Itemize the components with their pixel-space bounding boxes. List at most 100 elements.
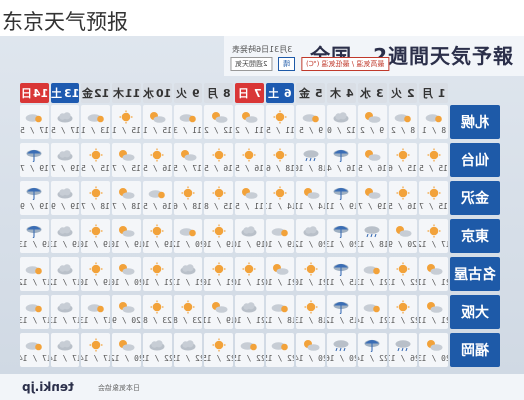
- forecast-cell: 9 / 5: [296, 105, 326, 139]
- sun-cloud-icon: [180, 149, 197, 161]
- forecast-cell: 20 / 10: [112, 257, 141, 291]
- temperature-range: 22 / 15: [235, 353, 264, 363]
- legend-bar: 2週間天気 晴 最高気温 / 最低気温 (℃): [224, 56, 524, 72]
- temperature-range: 23 / 8: [173, 315, 203, 325]
- cloud-icon: [180, 339, 196, 350]
- day-header-13: 土 13: [50, 83, 80, 103]
- forecast-cell: 21 / 10: [234, 257, 264, 291]
- temperature-range: 17 / 13: [51, 315, 80, 325]
- forecast-cell: 17 / 13: [81, 295, 111, 329]
- cloud-icon: [149, 339, 165, 350]
- forecast-cell: 17 / 14: [50, 333, 80, 367]
- temperature-range: 17 / 14: [20, 353, 49, 363]
- temperature-range: 21 / 10: [266, 277, 295, 287]
- sun-cloud-icon: [119, 149, 135, 161]
- temperature-range: 26 / 11: [389, 353, 418, 363]
- day-header-11: 木 11: [112, 83, 141, 103]
- sun-icon: [273, 186, 287, 199]
- cloud-sun-icon: [363, 303, 381, 312]
- sun-icon: [150, 300, 164, 313]
- day-name: 木: [112, 87, 124, 100]
- cloud-sun-icon: [179, 227, 196, 236]
- forecast-cell: 22 / 14: [357, 333, 387, 367]
- temperature-range: 11 / 5: [265, 125, 295, 135]
- temperature-range: 19 / 7: [50, 163, 80, 173]
- temperature-range: 19 / 10: [266, 239, 295, 249]
- day-name: 金: [82, 87, 94, 100]
- forecast-cell: 21 / 14: [357, 295, 387, 329]
- forecast-cell: 21 / 10: [296, 257, 326, 291]
- forecast-cell: 20 / 9: [112, 295, 141, 329]
- city-column: 札幌 仙台 金沢 東京 名古屋 大阪 福岡: [450, 105, 500, 367]
- temperature-range: 22 / 15: [266, 353, 295, 363]
- forecast-cell: 19 / 10: [142, 219, 172, 253]
- day-header-7: 日7: [234, 83, 264, 103]
- sun-cloud-icon: [426, 339, 443, 351]
- temperature-range: 19 / 9: [20, 201, 49, 211]
- forecast-cell: 19 / 10: [112, 219, 141, 253]
- temperature-range: 20 / 9: [112, 315, 141, 325]
- temperature-range: 18 / 12: [266, 315, 295, 325]
- cloud-sun-icon: [148, 189, 166, 198]
- sun-icon: [242, 262, 256, 275]
- forecast-cell: 19 / 10: [204, 219, 233, 253]
- forecast-cell: 14 / 11: [265, 181, 295, 215]
- forecast-cell: 16 / 5: [142, 181, 172, 215]
- sun-icon: [89, 338, 103, 351]
- rain-icon: [26, 149, 42, 162]
- day-number: 5: [314, 86, 323, 100]
- temperature-range: 15 / 12: [327, 315, 356, 325]
- sun-cloud-icon: [242, 187, 258, 199]
- forecast-cell: 9 / 2: [357, 105, 387, 139]
- sun-cloud-icon: [119, 339, 135, 351]
- temperature-range: 19 / 10: [81, 277, 110, 287]
- day-name: 土: [268, 87, 280, 100]
- cloud-sun-icon: [363, 265, 381, 274]
- forecast-cell: 18 / 7: [81, 181, 111, 215]
- temperature-range: 22 / 11: [389, 277, 418, 287]
- day-number: 12: [94, 86, 110, 100]
- forecast-cell: 21 / 13: [357, 257, 387, 291]
- temperature-range: 19 / 10: [81, 239, 110, 249]
- day-header-6: 土6: [265, 83, 295, 103]
- temperature-range: 19 / 13: [51, 239, 80, 249]
- forecast-cell: 19 / 10: [81, 257, 111, 291]
- temperature-range: 16 / 5: [204, 163, 233, 173]
- forecast-row: 17 / 1417 / 1417 / 1420 / 1222 / 1522 / …: [20, 333, 448, 367]
- forecast-row: 17 / 1217 / 1219 / 1020 / 1021 / 1021 / …: [20, 257, 448, 291]
- temperature-range: 12 / 2: [204, 125, 233, 135]
- day-header-1: 月1: [419, 83, 448, 103]
- day-name: 水: [360, 87, 372, 100]
- forecast-cell: 20 / 12: [296, 219, 326, 253]
- sun-cloud-icon: [211, 111, 228, 123]
- sun-cloud-icon: [365, 111, 381, 123]
- forecast-cell: 13 / 1: [81, 105, 111, 139]
- day-number: 14: [32, 86, 49, 100]
- forecast-cell: 15 / 1: [112, 105, 141, 139]
- forecast-cell: 26 / 11: [388, 333, 418, 367]
- forecast-cell: 19 / 9: [50, 181, 80, 215]
- city-label: 仙台: [450, 143, 500, 177]
- forecast-cell: 18 / 10: [296, 143, 326, 177]
- forecast-cell: 15 / 11: [327, 257, 356, 291]
- forecast-cell: 21 / 11: [419, 295, 448, 329]
- sun-icon: [242, 148, 256, 161]
- temperature-range: 21 / 11: [419, 315, 448, 325]
- temperature-range: 23 / 8: [142, 315, 172, 325]
- forecast-cell: 19 / 10: [81, 219, 111, 253]
- cloud-icon: [57, 111, 73, 122]
- day-number: 3: [376, 86, 385, 100]
- forecast-cell: 20 / 12: [173, 219, 203, 253]
- day-number: 7: [253, 86, 262, 100]
- forecast-cell: 19 / 7: [357, 181, 387, 215]
- cloud-icon: [57, 339, 73, 350]
- forecast-cell: 22 / 15: [142, 333, 172, 367]
- cloud-icon: [241, 301, 257, 312]
- forecast-cell: 16 / 5: [234, 143, 264, 177]
- forecast-cell: 19 / 11: [204, 295, 233, 329]
- cloud-sun-icon: [26, 113, 43, 122]
- sun-icon: [304, 300, 318, 313]
- sun-icon: [212, 224, 226, 237]
- cloud-icon: [57, 149, 73, 160]
- temperature-range: 19 / 11: [327, 201, 356, 211]
